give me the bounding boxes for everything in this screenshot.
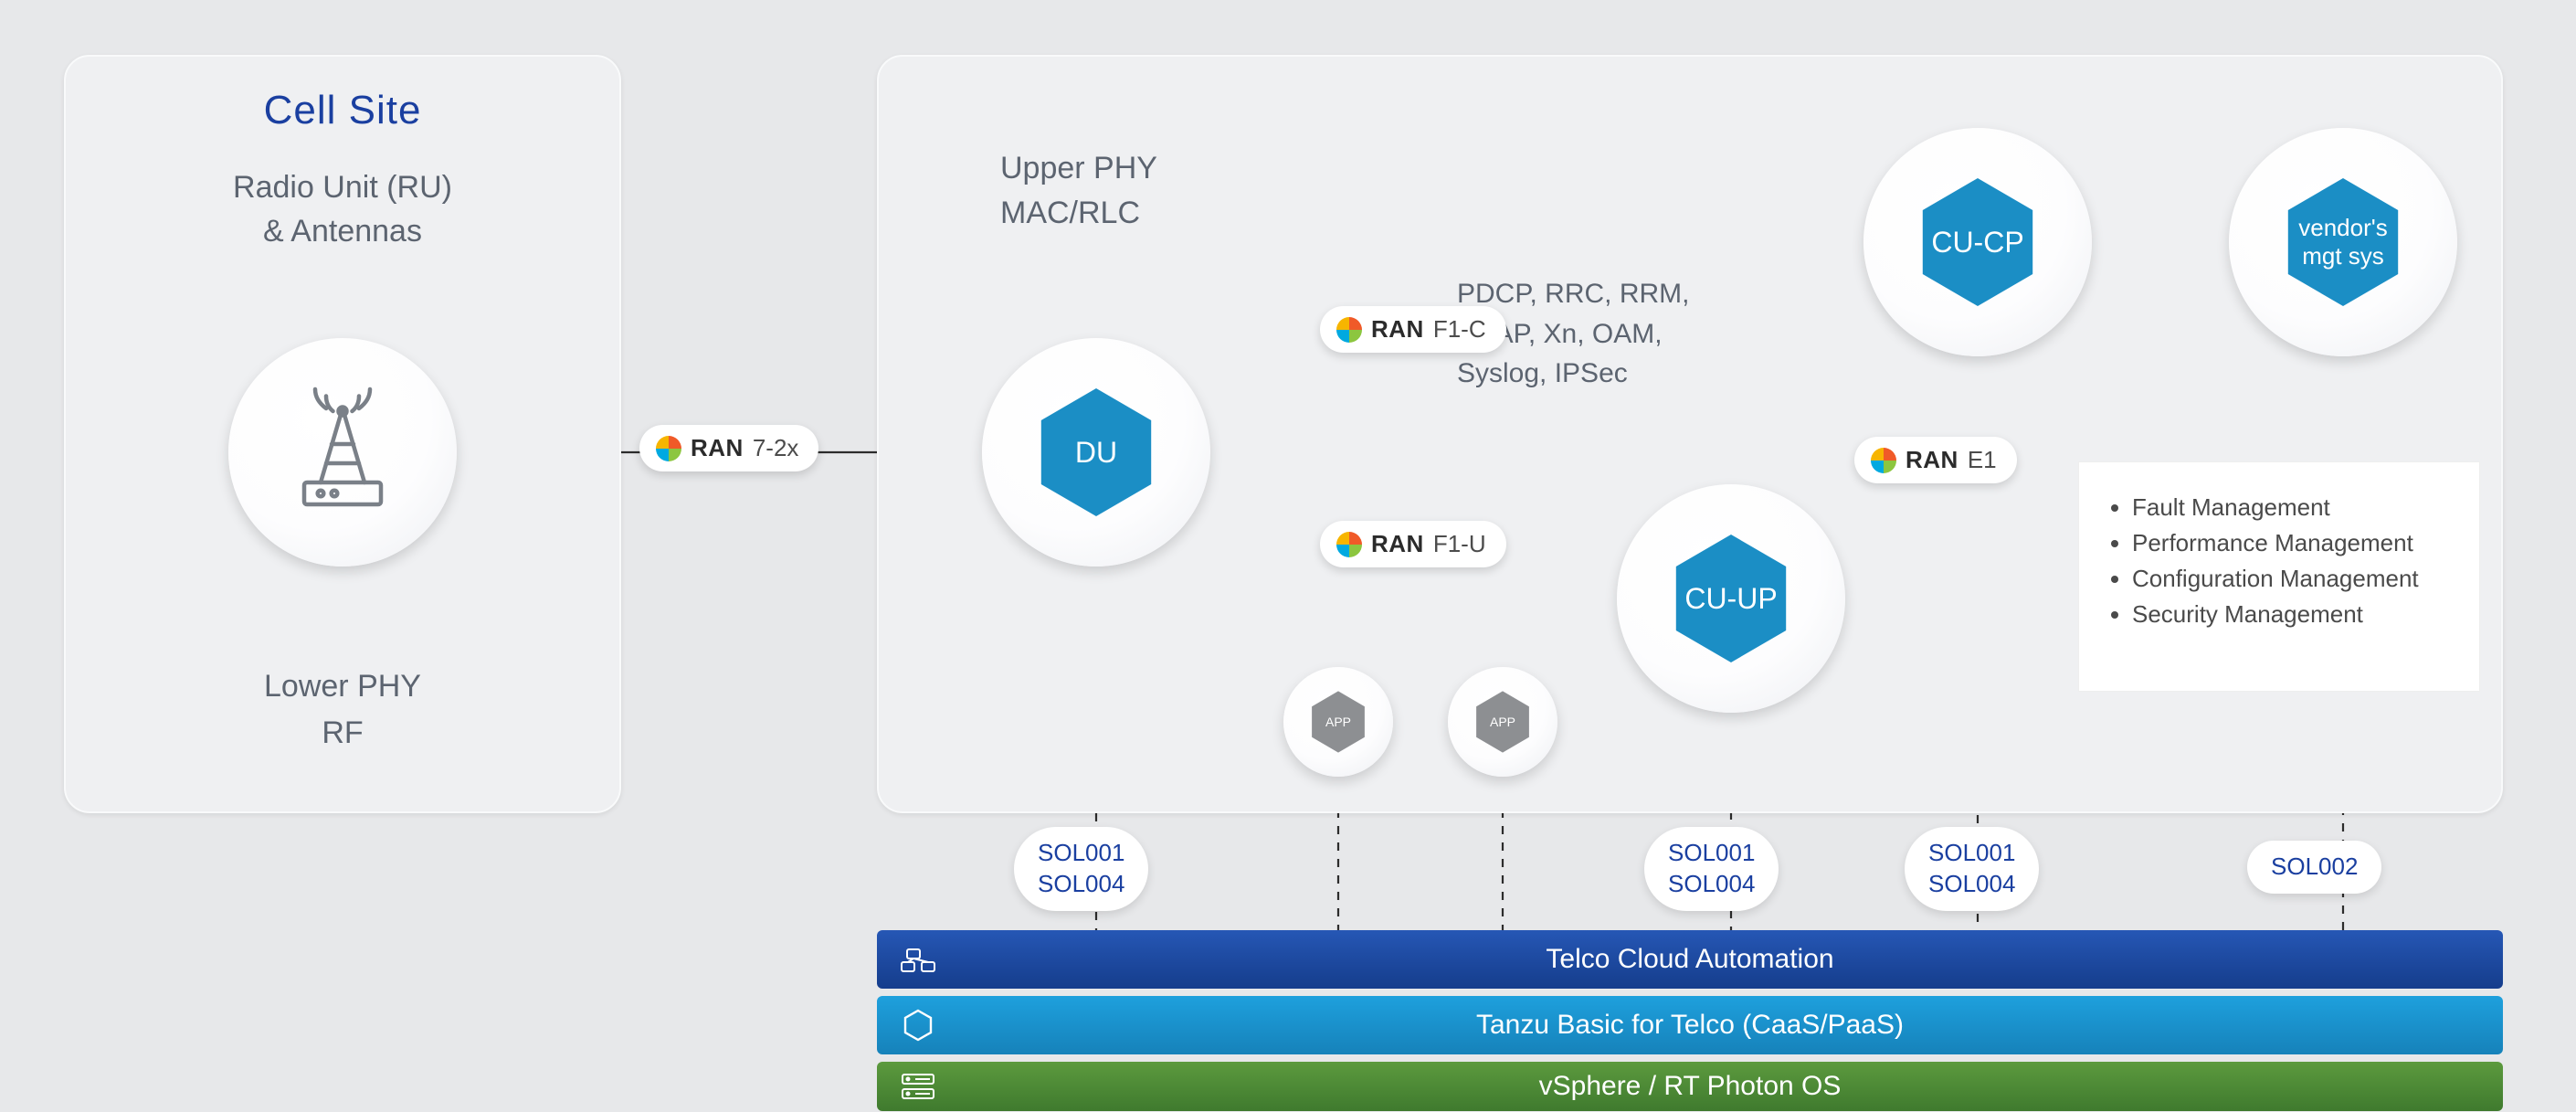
antenna-icon <box>274 384 411 521</box>
upper-phy-line1: Upper PHY <box>1000 146 1157 191</box>
sol-du-line1: SOL001 <box>1038 838 1124 869</box>
mgmt-item: Fault Management <box>2132 493 2461 522</box>
mgmt-item: Security Management <box>2132 600 2461 629</box>
mgmt-item: Configuration Management <box>2132 565 2461 593</box>
du-label: DU <box>1075 435 1117 470</box>
app-label: APP <box>1325 715 1351 729</box>
hexagon-icon: CU-CP <box>1914 178 2042 306</box>
cell-site-title: Cell Site <box>66 88 619 133</box>
upper-phy-label: Upper PHY MAC/RLC <box>1000 146 1157 237</box>
oran-brand: RAN <box>1906 446 1958 474</box>
oran-f1u-label: F1-U <box>1433 530 1486 558</box>
management-list: Fault Management Performance Management … <box>2078 461 2480 692</box>
sol-cucp-line1: SOL001 <box>1928 838 2015 869</box>
oran-7-2x-label: 7-2x <box>753 434 799 462</box>
oran-e1-label: E1 <box>1968 446 1997 474</box>
sol-label-cucp: SOL001 SOL004 <box>1905 827 2039 911</box>
oran-logo-icon <box>1871 448 1896 473</box>
oran-brand: RAN <box>1371 530 1424 558</box>
server-icon <box>877 1071 959 1102</box>
cell-site-bottom: Lower PHY RF <box>66 663 619 757</box>
vendor-line1: vendor's <box>2298 214 2387 241</box>
sol-label-cuup: SOL001 SOL004 <box>1644 827 1779 911</box>
hexagon-icon: CU-UP <box>1667 535 1795 662</box>
sol-label-vms: SOL002 <box>2247 841 2381 894</box>
app-node-1: APP <box>1283 667 1393 777</box>
lower-phy-label: Lower PHY <box>66 663 619 710</box>
sol-cuup-line2: SOL004 <box>1668 869 1755 900</box>
app-label: APP <box>1490 715 1515 729</box>
cu-cp-label: CU-CP <box>1931 225 2023 259</box>
cu-up-label: CU-UP <box>1684 581 1777 616</box>
vsphere-label: vSphere / RT Photon OS <box>959 1071 2503 1102</box>
sol-label-du: SOL001 SOL004 <box>1014 827 1148 911</box>
oran-f1u-pill: RAN F1-U <box>1320 521 1506 567</box>
app-icon: APP <box>1472 691 1533 752</box>
vendor-label: vendor's mgt sys <box>2298 214 2387 270</box>
hexagon-icon: DU <box>1032 388 1160 516</box>
rf-label: RF <box>66 710 619 757</box>
hexagon-icon: vendor's mgt sys <box>2279 178 2407 306</box>
telco-cloud-automation-bar: Telco Cloud Automation <box>877 930 2503 989</box>
cell-site-subtitle-line1: Radio Unit (RU) <box>66 166 619 210</box>
mgmt-item: Performance Management <box>2132 529 2461 557</box>
cell-site-subtitle-line2: & Antennas <box>66 210 619 254</box>
tanzu-bar: Tanzu Basic for Telco (CaaS/PaaS) <box>877 996 2503 1054</box>
hexagon-outline-icon <box>877 1008 959 1043</box>
cloud-automation-icon <box>877 944 959 975</box>
oran-brand: RAN <box>1371 315 1424 344</box>
oran-logo-icon <box>1336 317 1362 343</box>
vendor-line2: mgt sys <box>2302 242 2384 270</box>
sol-du-line2: SOL004 <box>1038 869 1124 900</box>
du-node: DU <box>982 338 1210 567</box>
tca-label: Telco Cloud Automation <box>959 944 2503 975</box>
oran-f1c-pill: RAN F1-C <box>1320 306 1506 353</box>
oran-logo-icon <box>656 436 681 461</box>
ru-node <box>228 338 457 567</box>
oran-e1-pill: RAN E1 <box>1854 437 2017 483</box>
sol-vms-line: SOL002 <box>2271 852 2358 883</box>
app-icon: APP <box>1307 691 1368 752</box>
upper-phy-line2: MAC/RLC <box>1000 191 1157 236</box>
vsphere-bar: vSphere / RT Photon OS <box>877 1062 2503 1111</box>
oran-7-2x-pill: RAN 7-2x <box>639 425 818 471</box>
oran-logo-icon <box>1336 532 1362 557</box>
cu-up-node: CU-UP <box>1617 484 1845 713</box>
oran-f1c-label: F1-C <box>1433 315 1486 344</box>
vendor-mgt-sys-node: vendor's mgt sys <box>2229 128 2457 356</box>
oran-brand: RAN <box>691 434 744 462</box>
sol-cuup-line1: SOL001 <box>1668 838 1755 869</box>
cu-cp-node: CU-CP <box>1863 128 2092 356</box>
pdcp-line3: Syslog, IPSec <box>1457 354 1689 394</box>
app-node-2: APP <box>1448 667 1557 777</box>
sol-cucp-line2: SOL004 <box>1928 869 2015 900</box>
cell-site-subtitle: Radio Unit (RU) & Antennas <box>66 166 619 253</box>
tanzu-label: Tanzu Basic for Telco (CaaS/PaaS) <box>959 1010 2503 1041</box>
